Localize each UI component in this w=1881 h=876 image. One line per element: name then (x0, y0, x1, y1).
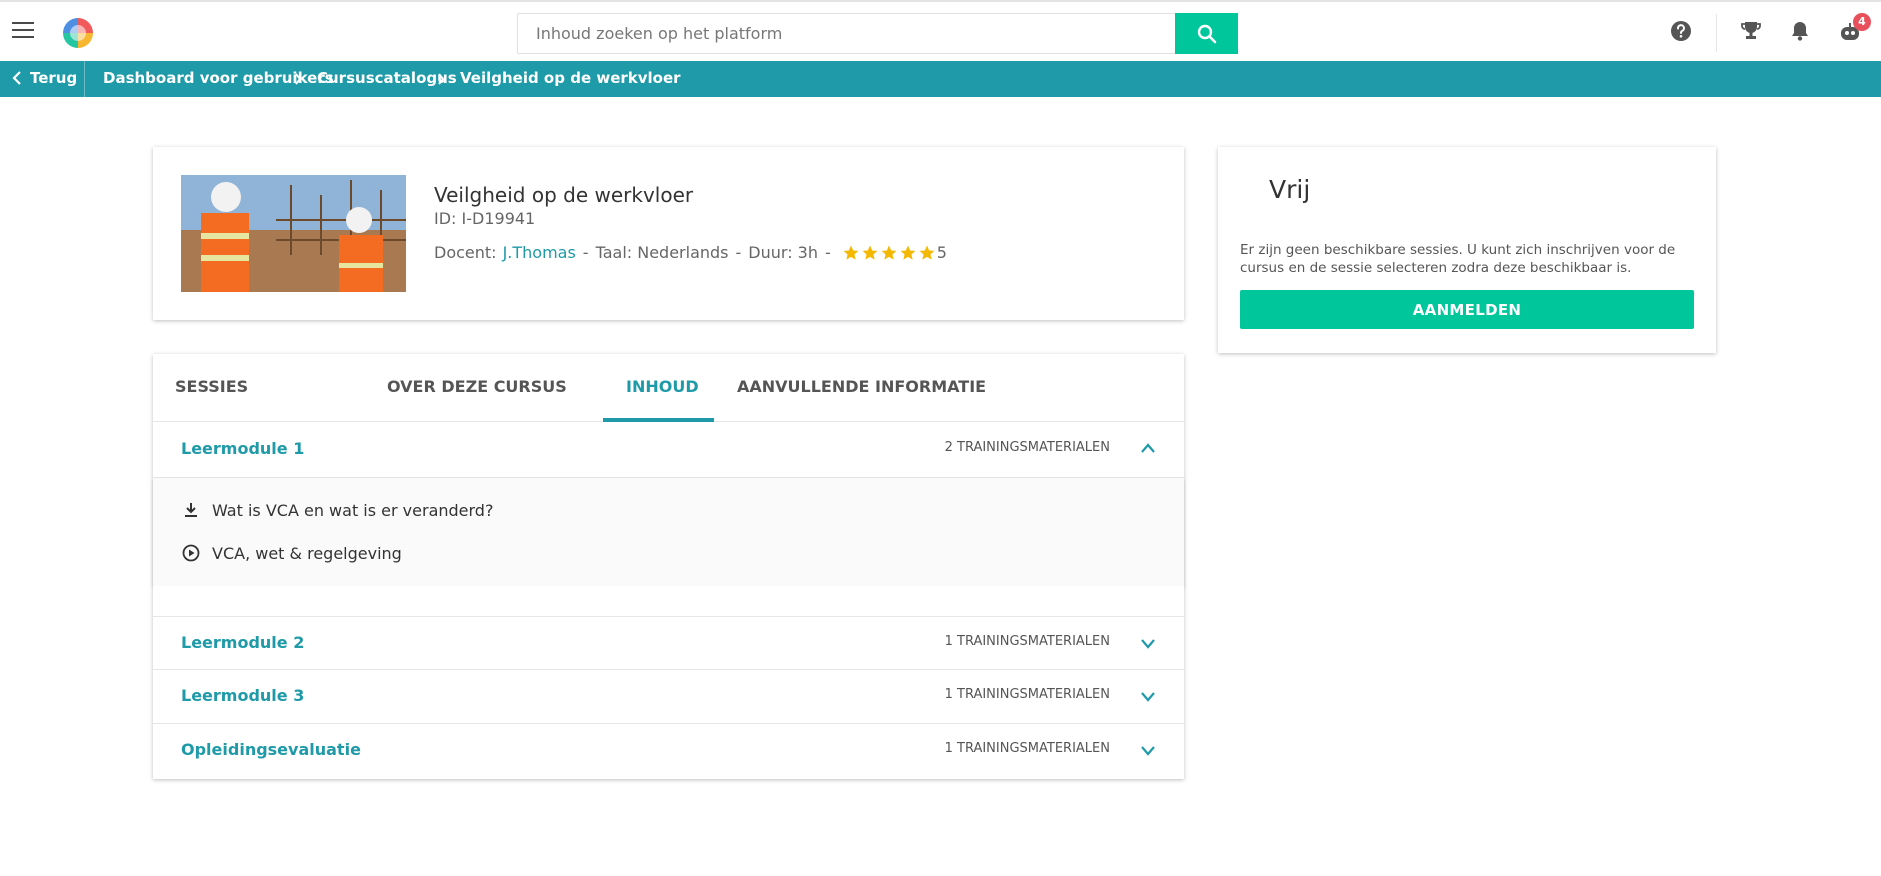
teacher-link[interactable]: J.Thomas (503, 243, 576, 262)
item-label: Wat is VCA en wat is er veranderd? (212, 500, 494, 520)
tab-sessions[interactable]: SESSIES (153, 354, 248, 422)
back-button[interactable]: Terug (0, 61, 85, 97)
chevron-down-icon (1141, 692, 1155, 702)
back-label: Terug (30, 69, 78, 87)
module-count: 1 TRAININGSMATERIALEN (944, 741, 1110, 756)
star-icon (881, 245, 897, 260)
course-language: Taal: Nederlands (595, 243, 729, 262)
chevron-down-icon (1141, 639, 1155, 649)
module-count: 2 TRAININGSMATERIALEN (944, 440, 1110, 455)
teacher-label: Docent: (434, 243, 497, 262)
list-item[interactable]: Wat is VCA en wat is er veranderd? (181, 499, 493, 521)
chevron-right-icon (295, 73, 302, 85)
tab-bar: SESSIES OVER DEZE CURSUS INHOUD AANVULLE… (153, 354, 1184, 422)
menu-icon[interactable] (12, 22, 34, 40)
course-tabs-card: SESSIES OVER DEZE CURSUS INHOUD AANVULLE… (153, 354, 1184, 779)
enrollment-card: Vrij Er zijn geen beschikbare sessies. U… (1218, 147, 1716, 353)
star-icon (900, 245, 916, 260)
module-title: Opleidingsevaluatie (181, 740, 361, 759)
module-count: 1 TRAININGSMATERIALEN (944, 634, 1110, 649)
course-duration: Duur: 3h (748, 243, 818, 262)
module-row[interactable]: Leermodule 3 1 TRAININGSMATERIALEN (153, 670, 1184, 724)
rating-stars (842, 244, 937, 262)
tab-content[interactable]: INHOUD (603, 354, 714, 422)
spacer (153, 586, 1184, 616)
module-title: Leermodule 3 (181, 686, 305, 705)
course-title: Veilgheid op de werkvloer (434, 183, 694, 207)
star-icon (919, 245, 935, 260)
price-label: Vrij (1269, 175, 1311, 204)
search-bar (517, 13, 1238, 54)
tab-label: INHOUD (626, 377, 699, 396)
module-content: Wat is VCA en wat is er veranderd? VCA, … (153, 478, 1184, 586)
module-row[interactable]: Leermodule 2 1 TRAININGSMATERIALEN (153, 616, 1184, 670)
chevron-left-icon (12, 71, 21, 85)
rating-value: 5 (936, 243, 947, 262)
search-icon (1197, 24, 1217, 44)
meta-separator: - (582, 243, 589, 262)
play-circle-icon (181, 543, 201, 563)
module-title: Leermodule 1 (181, 439, 305, 458)
breadcrumb: Terug Dashboard voor gebruikers Cursusca… (0, 61, 1881, 97)
course-id: ID: I-D19941 (434, 209, 536, 228)
chevron-down-icon (1141, 746, 1155, 756)
trophy-icon[interactable] (1740, 20, 1766, 46)
course-thumbnail (181, 175, 406, 292)
meta-separator: - (825, 243, 831, 262)
download-icon (181, 500, 201, 520)
module-row[interactable]: Leermodule 1 2 TRAININGSMATERIALEN (153, 422, 1184, 478)
course-meta: Docent: J.Thomas - Taal: Nederlands - Du… (434, 243, 947, 262)
module-row[interactable]: Opleidingsevaluatie 1 TRAININGSMATERIALE… (153, 724, 1184, 779)
tab-label: AANVULLENDE INFORMATIE (737, 377, 987, 396)
tab-about[interactable]: OVER DEZE CURSUS (387, 354, 587, 422)
help-icon[interactable] (1670, 20, 1696, 46)
search-input[interactable] (518, 14, 1175, 53)
breadcrumb-current: Veilgheid op de werkvloer (460, 69, 681, 87)
item-label: VCA, wet & regelgeving (212, 543, 402, 563)
star-icon (843, 245, 859, 260)
platform-logo[interactable] (63, 18, 93, 48)
chevron-up-icon (1141, 443, 1155, 453)
divider (1716, 14, 1717, 52)
course-header-card: Veilgheid op de werkvloer ID: I-D19941 D… (153, 147, 1184, 320)
bell-icon[interactable] (1789, 20, 1815, 46)
tab-additional-info[interactable]: AANVULLENDE INFORMATIE (737, 354, 986, 422)
no-sessions-notice: Er zijn geen beschikbare sessies. U kunt… (1240, 242, 1676, 276)
tab-label: OVER DEZE CURSUS (387, 377, 567, 396)
notification-badge: 4 (1853, 13, 1871, 31)
top-bar: 4 (0, 0, 1881, 61)
star-icon (862, 245, 878, 260)
search-button[interactable] (1175, 13, 1238, 54)
module-count: 1 TRAININGSMATERIALEN (944, 687, 1110, 702)
enroll-button[interactable]: AANMELDEN (1240, 290, 1694, 329)
list-item[interactable]: VCA, wet & regelgeving (181, 542, 402, 564)
tab-label: SESSIES (175, 377, 249, 396)
chevron-right-icon (438, 73, 445, 85)
module-title: Leermodule 2 (181, 633, 305, 652)
breadcrumb-catalog[interactable]: Cursuscatalogus (317, 69, 457, 87)
meta-separator: - (735, 243, 742, 262)
